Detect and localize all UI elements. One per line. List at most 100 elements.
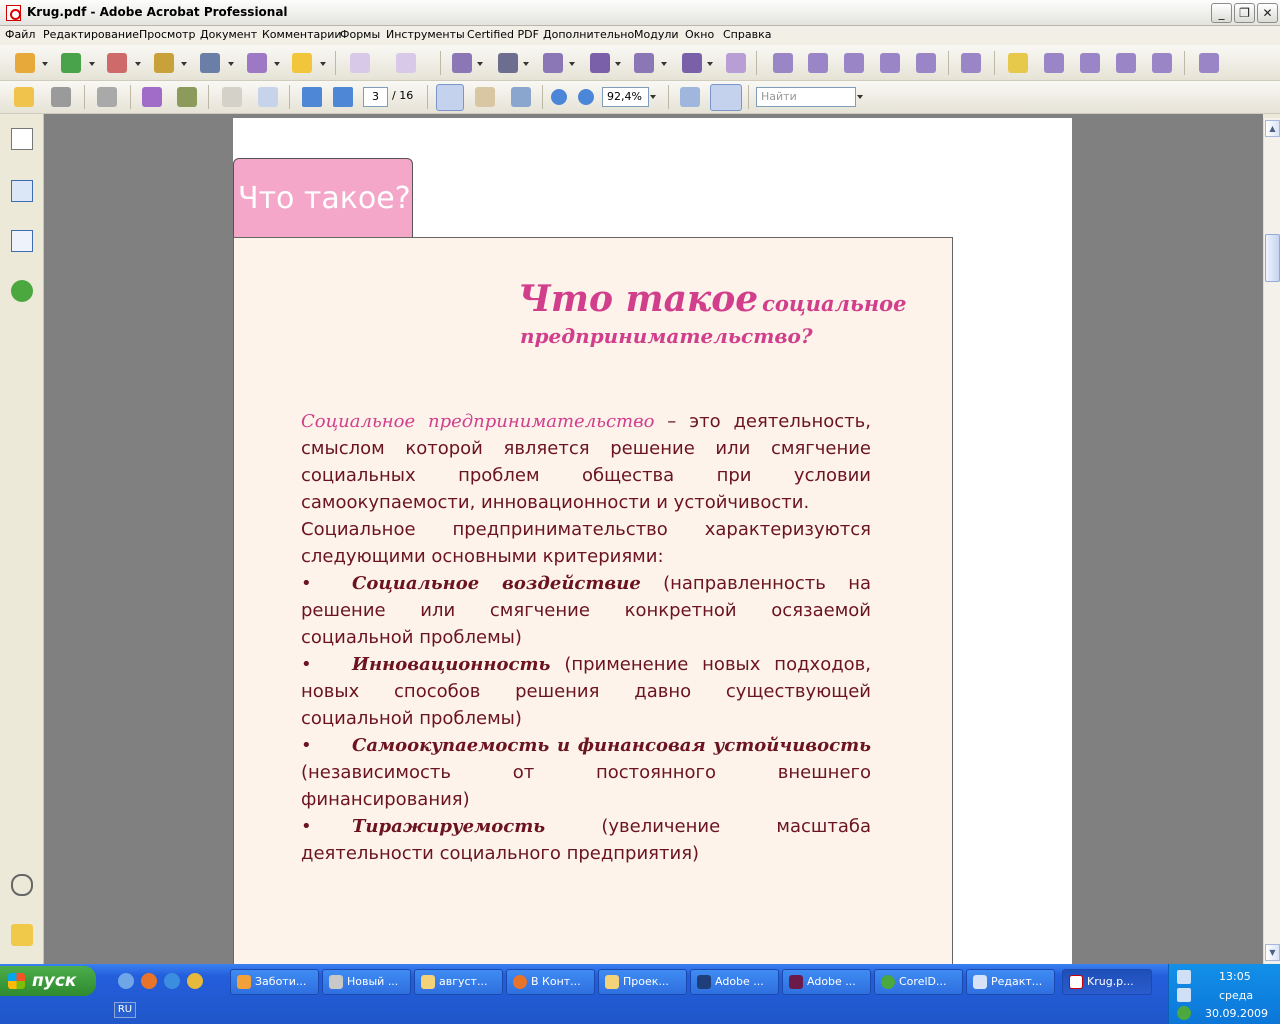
print-icon[interactable] [51,87,71,107]
form-list-icon[interactable] [916,53,936,73]
attach-icon[interactable] [726,53,746,73]
search-dropdown-icon[interactable] [857,95,863,99]
dropdown-arrow-icon[interactable] [135,62,141,66]
menu-comments[interactable]: Комментарии [262,28,342,41]
dropdown-arrow-icon[interactable] [661,62,667,66]
scroll-down-arrow-icon[interactable]: ▼ [1265,944,1280,961]
highlight-icon[interactable] [634,53,654,73]
menu-edit[interactable]: Редактирование [43,28,139,41]
menu-plugins[interactable]: Модули [634,28,679,41]
task-button[interactable]: Adobe ... [690,969,779,995]
menu-window[interactable]: Окно [685,28,714,41]
vertical-scrollbar[interactable]: ▲ ▼ [1263,118,1280,964]
scan-icon[interactable] [177,87,197,107]
page-delete-icon[interactable] [1080,53,1100,73]
scroll-up-arrow-icon[interactable]: ▲ [1265,120,1280,137]
previous-page-icon[interactable] [302,87,322,107]
zoom-dropdown-icon[interactable] [650,95,656,99]
page-extract-icon[interactable] [1044,53,1064,73]
volume-icon[interactable] [1177,988,1191,1002]
menu-help[interactable]: Справка [723,28,771,41]
menu-certified-pdf[interactable]: Certified PDF [467,28,539,41]
open-folder-icon[interactable] [14,87,34,107]
page-insert-icon[interactable] [961,53,981,73]
internet-explorer-icon[interactable] [164,973,180,989]
zoom-out-icon[interactable] [551,89,567,105]
dropdown-arrow-icon[interactable] [707,62,713,66]
select-arrow-icon[interactable] [452,53,472,73]
search-input[interactable]: Найти [756,87,856,107]
combine-files-icon[interactable] [61,53,81,73]
dropdown-arrow-icon[interactable] [274,62,280,66]
select-text-tool-icon[interactable] [436,84,464,111]
signatures-icon[interactable] [11,230,33,252]
menu-tools[interactable]: Инструменты [386,28,465,41]
dropdown-arrow-icon[interactable] [181,62,187,66]
page-copy-icon[interactable] [350,53,370,73]
page-rotate-icon[interactable] [1152,53,1172,73]
text-touchup-icon[interactable] [590,53,610,73]
menu-advanced[interactable]: Дополнительно [543,28,634,41]
pages-icon[interactable] [11,128,33,150]
minimize-button[interactable]: _ [1211,3,1232,23]
help-icon[interactable] [11,280,33,302]
menu-forms[interactable]: Формы [340,28,380,41]
attachments-paperclip-icon[interactable] [11,874,33,896]
export-icon[interactable] [107,53,127,73]
network-icon[interactable] [1177,970,1191,984]
menu-document[interactable]: Документ [200,28,257,41]
task-button[interactable]: Заботи... [230,969,319,995]
page-replace-icon[interactable] [1116,53,1136,73]
fit-width-icon[interactable] [680,87,700,107]
task-button[interactable]: Новый ... [322,969,411,995]
form-button-icon[interactable] [808,53,828,73]
page-number-input[interactable]: 3 [363,87,388,107]
dropdown-arrow-icon[interactable] [569,62,575,66]
lock-icon[interactable] [154,53,174,73]
email-icon[interactable] [97,87,117,107]
hand-tool-icon[interactable] [475,87,495,107]
task-button[interactable]: Редакт... [966,969,1055,995]
bookmarks-icon[interactable] [11,180,33,202]
forms-icon[interactable] [247,53,267,73]
form-text-icon[interactable] [773,53,793,73]
form-image-icon[interactable] [880,53,900,73]
dropdown-arrow-icon[interactable] [477,62,483,66]
organizer-icon[interactable] [142,87,162,107]
save-icon[interactable] [222,87,242,107]
start-button[interactable]: пуск [0,966,96,996]
zoom-in-icon[interactable] [578,89,594,105]
zoom-tool-icon[interactable] [511,87,531,107]
task-button[interactable]: август... [414,969,503,995]
dropdown-arrow-icon[interactable] [523,62,529,66]
menu-view[interactable]: Просмотр [139,28,195,41]
move-object-icon[interactable] [543,53,563,73]
create-pdf-icon[interactable] [15,53,35,73]
crop-icon[interactable] [498,53,518,73]
info-card-icon[interactable] [258,87,278,107]
antivirus-icon[interactable] [1177,1006,1191,1020]
task-button[interactable]: Проек... [598,969,687,995]
close-button[interactable]: ✕ [1257,3,1278,23]
stamp-icon[interactable] [682,53,702,73]
dropdown-arrow-icon[interactable] [320,62,326,66]
quicklaunch-app-icon[interactable] [187,973,203,989]
dropdown-arrow-icon[interactable] [89,62,95,66]
maximize-button[interactable]: ❐ [1234,3,1255,23]
task-button[interactable]: Adobe ... [782,969,871,995]
scroll-thumb[interactable] [1265,234,1280,282]
review-comment-icon[interactable] [292,53,312,73]
task-button-active[interactable]: Krug.p... [1062,969,1152,995]
next-page-icon[interactable] [333,87,353,107]
firefox-icon[interactable] [141,973,157,989]
fit-page-icon[interactable] [710,84,742,111]
dropdown-arrow-icon[interactable] [42,62,48,66]
task-button[interactable]: CorelD... [874,969,963,995]
page-paste-icon[interactable] [396,53,416,73]
dropdown-arrow-icon[interactable] [615,62,621,66]
language-indicator[interactable]: RU [114,1002,136,1018]
show-desktop-icon[interactable] [118,973,134,989]
zoom-level-field[interactable]: 92,4% [602,87,649,107]
note-icon[interactable] [1008,53,1028,73]
task-button[interactable]: В Конт... [506,969,595,995]
